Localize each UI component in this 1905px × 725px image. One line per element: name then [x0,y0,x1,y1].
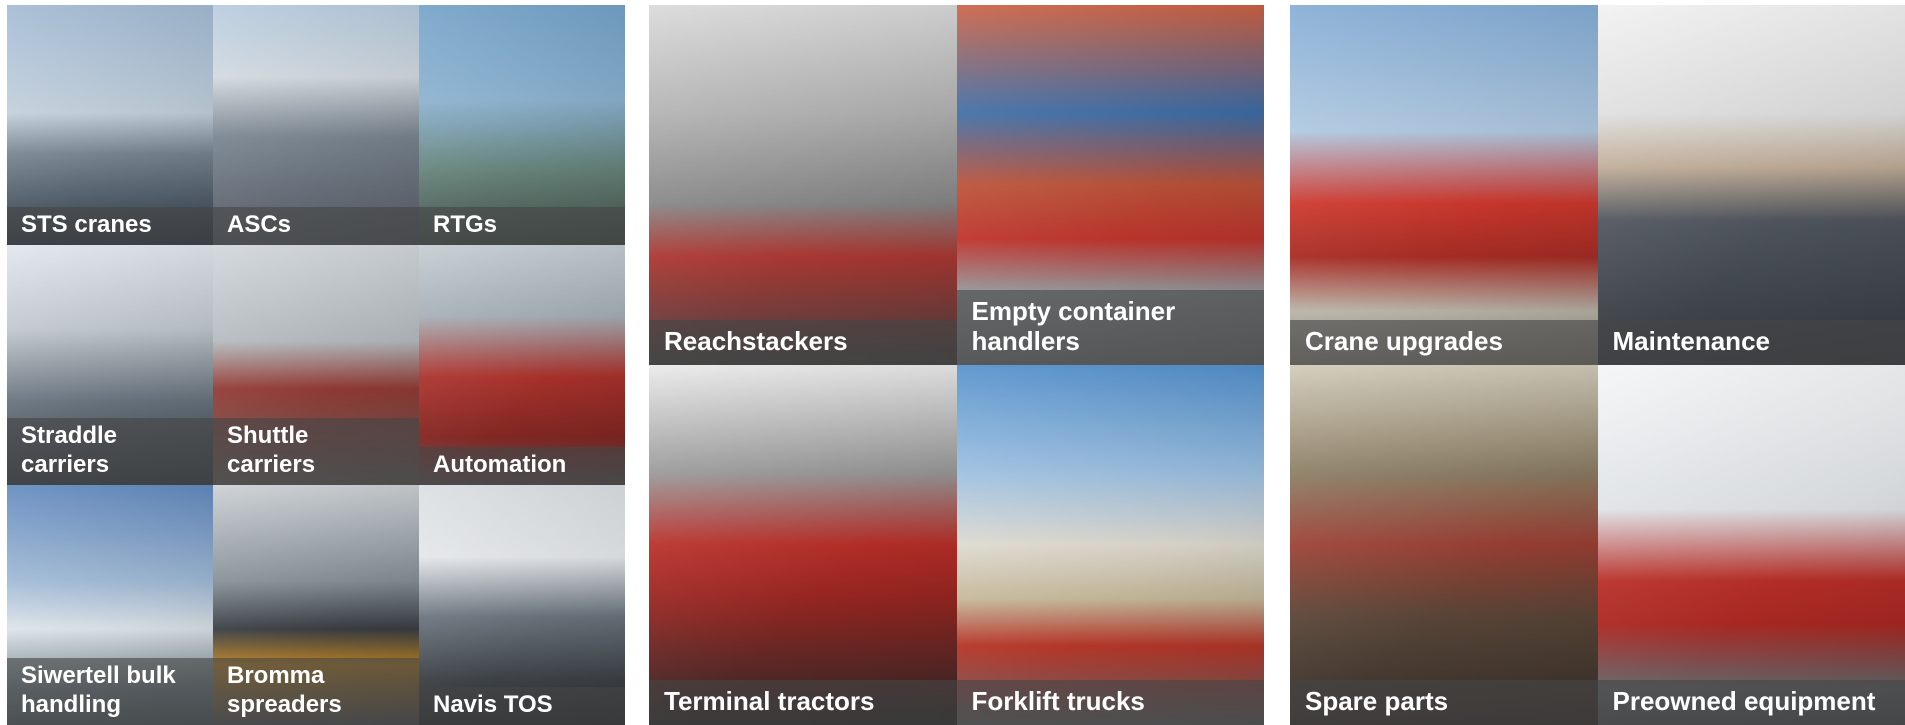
tile-straddle-carriers[interactable]: Straddle carriers [7,245,213,485]
tile-caption: Forklift trucks [956,680,1264,725]
tile-automation[interactable]: Automation [419,245,625,485]
maintenance-photo [1597,5,1905,365]
crane-upgrades-photo [1290,5,1598,365]
spare-parts-photo [1290,365,1598,725]
tile-bromma-spreaders[interactable]: Bromma spreaders [213,485,419,725]
tile-caption: Shuttle carriers [213,418,419,485]
tile-caption: Reachstackers [649,320,957,365]
tile-ascs[interactable]: ASCs [213,5,419,245]
tile-caption: Crane upgrades [1290,320,1598,365]
reachstackers-photo [649,5,957,365]
tile-caption: Preowned equipment [1597,680,1905,725]
tile-caption: ASCs [213,206,419,245]
tile-caption: Maintenance [1597,320,1905,365]
tile-caption: Spare parts [1290,680,1598,725]
tile-caption: Bromma spreaders [213,658,419,725]
tile-caption: Siwertell bulk handling [7,658,213,725]
tile-caption: Terminal tractors [649,680,957,725]
tile-siwertell-bulk-handling[interactable]: Siwertell bulk handling [7,485,213,725]
tile-empty-container-handlers[interactable]: Empty container handlers [956,5,1264,365]
tile-caption: Straddle carriers [7,418,213,485]
tile-crane-upgrades[interactable]: Crane upgrades [1290,5,1598,365]
tile-navis-tos[interactable]: Navis TOS [419,485,625,725]
tile-preowned-equipment[interactable]: Preowned equipment [1597,365,1905,725]
product-grid-terminal-equipment: STS cranes ASCs RTGs Straddle carriers Sh… [7,5,625,725]
tile-caption: Empty container handlers [956,289,1264,365]
terminal-tractors-photo [649,365,957,725]
preowned-equipment-photo [1597,365,1905,725]
tile-shuttle-carriers[interactable]: Shuttle carriers [213,245,419,485]
tile-caption: RTGs [419,206,625,245]
product-grid-services: Crane upgrades Maintenance Spare parts P… [1290,5,1905,725]
tile-spare-parts[interactable]: Spare parts [1290,365,1598,725]
tile-caption: Navis TOS [419,686,625,725]
tile-sts-cranes[interactable]: STS cranes [7,5,213,245]
tile-caption: STS cranes [7,206,213,245]
tile-terminal-tractors[interactable]: Terminal tractors [649,365,957,725]
tile-forklift-trucks[interactable]: Forklift trucks [956,365,1264,725]
tile-maintenance[interactable]: Maintenance [1597,5,1905,365]
tile-caption: Automation [419,446,625,485]
tile-rtgs[interactable]: RTGs [419,5,625,245]
product-grid-mobile-equipment: Reachstackers Empty container handlers Te… [649,5,1264,725]
tile-reachstackers[interactable]: Reachstackers [649,5,957,365]
forklift-trucks-photo [956,365,1264,725]
